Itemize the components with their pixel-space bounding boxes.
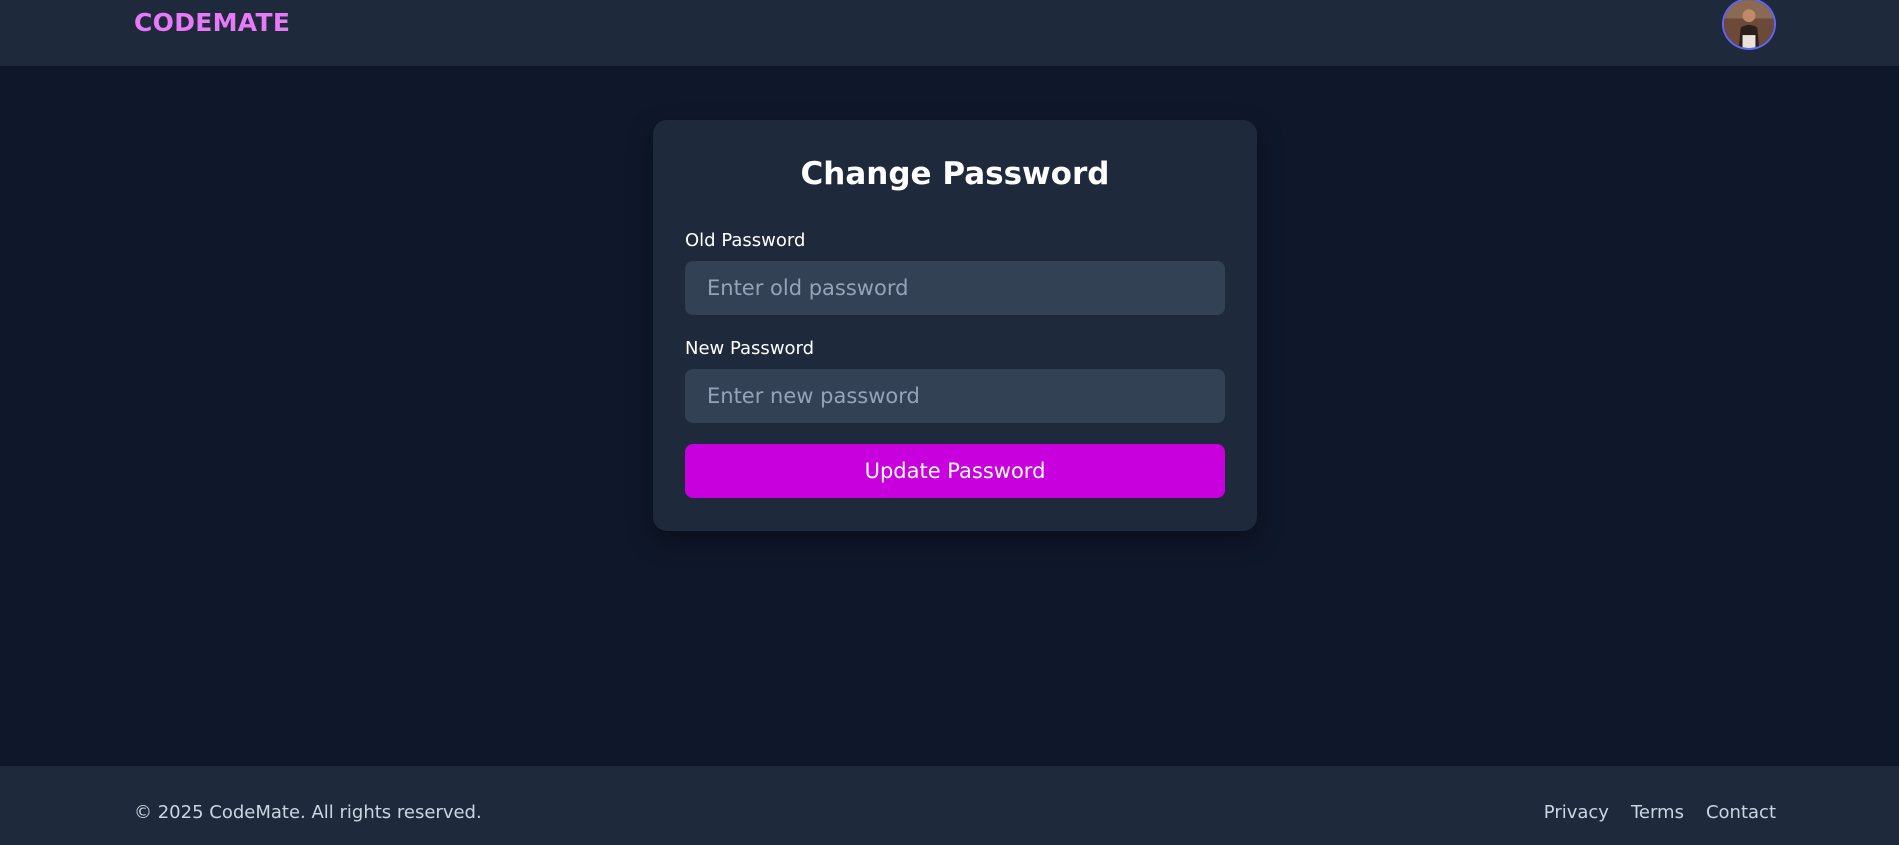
old-password-label: Old Password: [685, 230, 806, 251]
footer-link-contact[interactable]: Contact: [1706, 802, 1776, 823]
change-password-card: Change Password Old Password New Passwor…: [653, 120, 1257, 531]
copyright-text: © 2025 CodeMate. All rights reserved.: [134, 802, 482, 823]
brand-logo[interactable]: CODEMATE: [134, 8, 290, 37]
footer-link-privacy[interactable]: Privacy: [1544, 802, 1609, 823]
footer: © 2025 CodeMate. All rights reserved. Pr…: [0, 766, 1899, 845]
navbar: CODEMATE: [0, 0, 1899, 66]
new-password-label: New Password: [685, 338, 815, 359]
avatar-photo-icon: [1724, 0, 1774, 48]
new-password-input[interactable]: [685, 369, 1225, 423]
footer-link-terms[interactable]: Terms: [1631, 802, 1684, 823]
old-password-input[interactable]: [685, 261, 1225, 315]
user-avatar[interactable]: [1722, 0, 1776, 50]
footer-links: Privacy Terms Contact: [1544, 802, 1776, 823]
page-title: Change Password: [800, 156, 1110, 192]
update-password-button[interactable]: Update Password: [685, 444, 1225, 498]
